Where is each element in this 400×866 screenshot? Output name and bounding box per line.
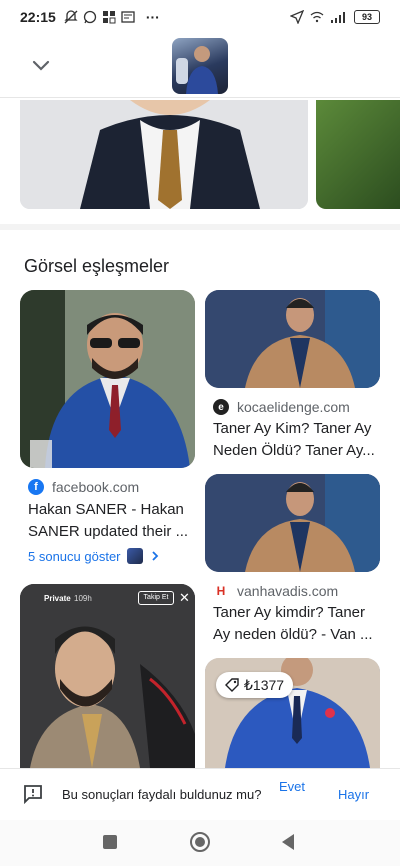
section-divider: [0, 224, 400, 230]
news-icon: [121, 11, 135, 23]
location-icon: [290, 10, 304, 24]
result-source-label: kocaelidenge.com: [237, 399, 350, 415]
system-nav-bar: [0, 820, 400, 866]
story-follow-chip: Takip Et: [138, 591, 174, 605]
result-title[interactable]: Taner Ay kimdir? Taner Ay neden öldü? - …: [213, 602, 383, 646]
home-icon[interactable]: [190, 832, 210, 852]
result-image-vanhavadis[interactable]: [205, 474, 380, 572]
facebook-icon: f: [28, 479, 44, 495]
man-tan-coat-graphic: [205, 290, 380, 388]
back-icon[interactable]: [282, 834, 294, 850]
show-more-results-link[interactable]: 5 sonucu göster: [28, 548, 161, 564]
battery-icon: 93: [354, 10, 380, 24]
signal-icon: [331, 12, 345, 23]
mini-thumbnail: [126, 548, 143, 564]
story-username: Private: [44, 594, 71, 603]
image-viewer-header: [0, 34, 400, 98]
chevron-down-icon[interactable]: [30, 54, 52, 76]
grid-app-icon: [102, 11, 116, 24]
result-image-story[interactable]: [20, 584, 195, 768]
result-source-label: facebook.com: [52, 479, 140, 495]
kocaelidenge-icon: e: [213, 399, 229, 415]
related-image[interactable]: [316, 100, 400, 209]
result-title[interactable]: Hakan SANER - Hakan SANER updated their …: [28, 499, 196, 543]
tag-icon: [225, 678, 239, 692]
wifi-icon: [310, 11, 324, 23]
whatsapp-icon: [83, 10, 96, 24]
related-image[interactable]: [20, 100, 308, 209]
result-image-facebook[interactable]: [20, 290, 195, 468]
chevron-right-icon: [151, 551, 158, 561]
result-image-kocaelidenge[interactable]: [205, 290, 380, 388]
feedback-yes-button[interactable]: Evet: [274, 779, 310, 795]
feedback-icon: [24, 785, 42, 805]
price-chip[interactable]: ₺1377: [216, 672, 294, 698]
status-bar: 22:15 ··· 93: [0, 0, 400, 34]
more-notifications: ···: [145, 9, 160, 25]
story-time: 109h: [74, 594, 92, 603]
related-images-strip: [0, 100, 400, 210]
vanhavadis-icon: H: [213, 583, 229, 599]
person-thumbnail-graphic: [176, 46, 218, 94]
story-close-icon: ✕: [179, 590, 190, 605]
suit-man-graphic: [20, 100, 308, 209]
query-image-thumbnail[interactable]: [172, 38, 228, 94]
status-time: 22:15: [20, 9, 56, 25]
section-title: Görsel eşleşmeler: [24, 256, 170, 276]
show-more-label: 5 sonucu göster: [28, 548, 121, 564]
mute-bell-icon: [64, 10, 78, 24]
result-title[interactable]: Taner Ay Kim? Taner Ay Neden Öldü? Taner…: [213, 418, 383, 462]
man-tan-coat-graphic: [205, 474, 380, 572]
feedback-bar: Bu sonuçları faydalı buldunuz mu? Evet H…: [0, 768, 400, 820]
result-source[interactable]: e kocaelidenge.com: [213, 399, 350, 415]
man-blue-suit-graphic: [20, 290, 195, 468]
price-label: ₺1377: [244, 676, 285, 693]
result-source[interactable]: f facebook.com: [28, 479, 139, 495]
recents-icon[interactable]: [103, 835, 117, 849]
feedback-no-button[interactable]: Hayır: [338, 787, 369, 802]
result-source-label: vanhavadis.com: [237, 583, 339, 599]
result-source[interactable]: H vanhavadis.com: [213, 583, 338, 599]
feedback-question: Bu sonuçları faydalı buldunuz mu?: [62, 787, 262, 802]
man-in-car-graphic: [20, 584, 195, 768]
